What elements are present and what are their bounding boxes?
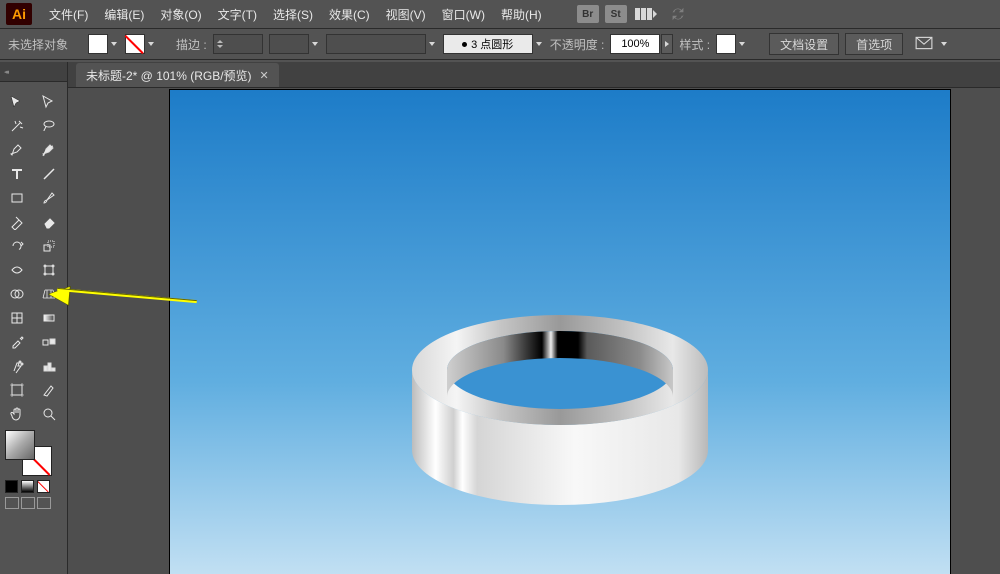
- canvas[interactable]: [68, 88, 1000, 574]
- document-tab[interactable]: 未标题-2* @ 101% (RGB/预览) ✕: [76, 63, 279, 87]
- scale-tool[interactable]: [34, 234, 64, 258]
- symbol-sprayer-tool[interactable]: [2, 354, 32, 378]
- stroke-width-input[interactable]: [213, 34, 263, 54]
- magic-wand-tool[interactable]: [2, 114, 32, 138]
- brush-preview[interactable]: 3 点圆形: [443, 34, 544, 54]
- hand-tool[interactable]: [2, 402, 32, 426]
- line-tool[interactable]: [34, 162, 64, 186]
- arrange-documents-icon[interactable]: [635, 8, 657, 20]
- ring-artwork: [400, 300, 720, 520]
- pen-tool[interactable]: [2, 138, 32, 162]
- preferences-button[interactable]: 首选项: [845, 33, 903, 55]
- app-logo: Ai: [6, 3, 32, 25]
- zoom-tool[interactable]: [34, 402, 64, 426]
- tools-panel: [0, 62, 68, 574]
- menu-file[interactable]: 文件(F): [42, 3, 95, 26]
- opacity-input[interactable]: 100%: [610, 34, 673, 54]
- style-swatch[interactable]: [716, 34, 747, 54]
- slice-tool[interactable]: [34, 378, 64, 402]
- eraser-tool[interactable]: [34, 210, 64, 234]
- lasso-tool[interactable]: [34, 114, 64, 138]
- width-tool[interactable]: [2, 258, 32, 282]
- selection-status: 未选择对象: [8, 36, 68, 53]
- menu-window[interactable]: 窗口(W): [435, 3, 492, 26]
- type-tool[interactable]: [2, 162, 32, 186]
- eyedropper-tool[interactable]: [2, 330, 32, 354]
- artboard: [170, 90, 950, 574]
- opacity-label: 不透明度 :: [550, 36, 605, 53]
- menu-select[interactable]: 选择(S): [266, 3, 320, 26]
- shaper-tool[interactable]: [2, 210, 32, 234]
- stock-icon[interactable]: St: [605, 5, 627, 23]
- color-mode-solid[interactable]: [5, 480, 18, 493]
- curvature-tool[interactable]: [34, 138, 64, 162]
- selection-tool[interactable]: [2, 90, 32, 114]
- blend-tool[interactable]: [34, 330, 64, 354]
- draw-normal[interactable]: [5, 497, 19, 509]
- style-label: 样式 :: [679, 36, 710, 53]
- artboard-tool[interactable]: [2, 378, 32, 402]
- rotate-tool[interactable]: [2, 234, 32, 258]
- transform-panel-icon[interactable]: [915, 34, 933, 55]
- menu-object[interactable]: 对象(O): [153, 3, 208, 26]
- sync-icon[interactable]: [669, 5, 687, 23]
- stroke-label: 描边 :: [176, 36, 207, 53]
- fill-swatch[interactable]: [88, 34, 119, 54]
- rectangle-tool[interactable]: [2, 186, 32, 210]
- draw-behind[interactable]: [21, 497, 35, 509]
- menu-view[interactable]: 视图(V): [379, 3, 433, 26]
- free-transform-tool[interactable]: [34, 258, 64, 282]
- menu-type[interactable]: 文字(T): [211, 3, 264, 26]
- direct-selection-tool[interactable]: [34, 90, 64, 114]
- control-bar: 未选择对象 描边 : 3 点圆形 不透明度 : 100% 样式 :: [0, 28, 1000, 60]
- menu-bar: Ai 文件(F) 编辑(E) 对象(O) 文字(T) 选择(S) 效果(C) 视…: [0, 0, 1000, 28]
- menu-effect[interactable]: 效果(C): [322, 3, 377, 26]
- panel-collapse-tab[interactable]: [0, 62, 67, 82]
- stroke-swatch[interactable]: [125, 34, 156, 54]
- document-tab-title: 未标题-2* @ 101% (RGB/预览): [86, 67, 252, 84]
- fill-stroke-swatches[interactable]: [0, 428, 67, 478]
- paintbrush-tool[interactable]: [34, 186, 64, 210]
- brush-definition[interactable]: [326, 34, 437, 54]
- fill-color[interactable]: [5, 430, 35, 460]
- mesh-tool[interactable]: [2, 306, 32, 330]
- close-tab-icon[interactable]: ✕: [260, 69, 269, 82]
- bridge-icon[interactable]: Br: [577, 5, 599, 23]
- draw-inside[interactable]: [37, 497, 51, 509]
- document-setup-button[interactable]: 文档设置: [769, 33, 839, 55]
- document-tabs: 未标题-2* @ 101% (RGB/预览) ✕: [68, 62, 1000, 88]
- color-mode-gradient[interactable]: [21, 480, 34, 493]
- menu-edit[interactable]: 编辑(E): [97, 3, 151, 26]
- column-graph-tool[interactable]: [34, 354, 64, 378]
- gradient-tool[interactable]: [34, 306, 64, 330]
- perspective-grid-tool[interactable]: [34, 282, 64, 306]
- color-mode-none[interactable]: [37, 480, 50, 493]
- shape-builder-tool[interactable]: [2, 282, 32, 306]
- menu-help[interactable]: 帮助(H): [494, 3, 549, 26]
- stroke-profile[interactable]: [269, 34, 320, 54]
